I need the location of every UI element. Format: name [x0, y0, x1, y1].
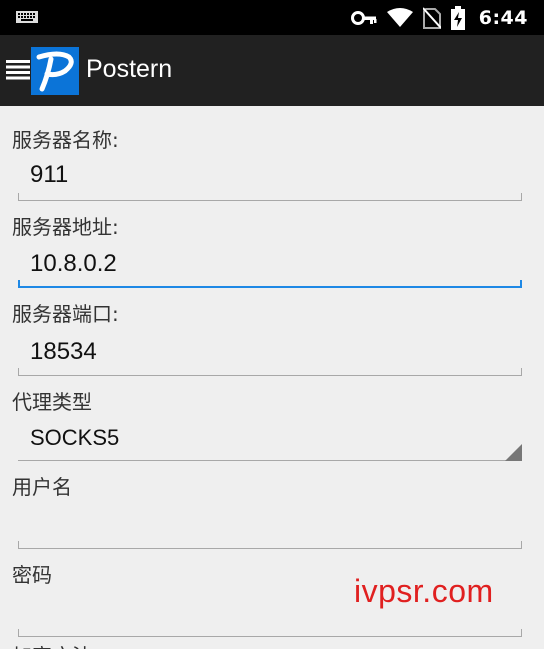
dropdown-underline — [18, 460, 522, 461]
server-address-field[interactable]: 10.8.0.2 — [18, 250, 522, 288]
username-field[interactable] — [18, 519, 522, 549]
clock: 6:44 — [478, 6, 528, 29]
app-toolbar: Postern — [0, 35, 544, 106]
server-name-value: 911 — [30, 161, 69, 188]
status-bar: 6:44 — [0, 0, 544, 35]
password-field[interactable] — [18, 607, 522, 637]
postern-logo-icon — [36, 51, 74, 92]
server-port-value: 18534 — [30, 338, 97, 365]
app-logo — [31, 47, 79, 95]
field-underline — [18, 629, 522, 637]
field-underline — [18, 193, 522, 201]
proxy-type-dropdown[interactable]: SOCKS5 — [18, 421, 522, 461]
password-label: 密码 — [12, 563, 52, 587]
battery-charging-icon — [450, 5, 465, 30]
server-address-label: 服务器地址: — [12, 215, 119, 239]
dropdown-arrow-icon — [505, 444, 522, 461]
server-port-label: 服务器端口: — [12, 302, 119, 326]
server-port-field[interactable]: 18534 — [18, 338, 522, 376]
menu-icon[interactable] — [6, 60, 30, 80]
proxy-type-label: 代理类型 — [12, 390, 92, 414]
server-name-field[interactable]: 911 — [18, 161, 522, 201]
keyboard-icon — [16, 11, 38, 23]
app-title: Postern — [86, 55, 173, 83]
field-underline-focused — [18, 280, 522, 288]
vpn-key-icon — [350, 10, 377, 25]
server-address-value: 10.8.0.2 — [30, 250, 117, 277]
wifi-icon — [386, 7, 413, 27]
proxy-type-value: SOCKS5 — [30, 425, 120, 450]
server-name-label: 服务器名称: — [12, 128, 119, 152]
field-underline — [18, 368, 522, 376]
field-underline — [18, 541, 522, 549]
watermark: ivpsr.com — [354, 573, 494, 609]
no-sim-icon — [422, 6, 441, 29]
next-field-label: 加密方法 — [12, 640, 92, 649]
username-label: 用户名 — [12, 475, 72, 499]
